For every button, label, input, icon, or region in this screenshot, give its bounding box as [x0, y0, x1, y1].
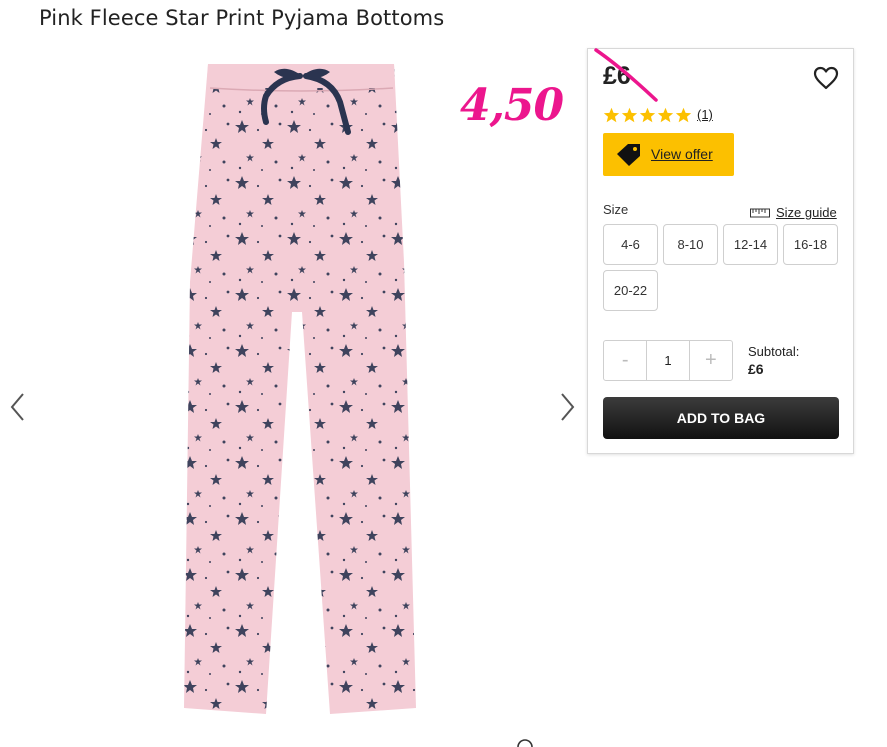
price-tag-icon	[617, 144, 640, 166]
view-offer-button[interactable]: View offer	[603, 133, 734, 176]
subtotal-label: Subtotal:	[748, 344, 800, 359]
size-option-8-10[interactable]: 8-10	[663, 224, 718, 265]
view-offer-label: View offer	[651, 146, 713, 162]
star-icon	[621, 107, 638, 123]
size-option-4-6[interactable]: 4-6	[603, 224, 658, 265]
size-option-20-22[interactable]: 20-22	[603, 270, 658, 311]
ruler-icon	[750, 208, 770, 217]
subtotal-value: £6	[748, 361, 764, 377]
star-icon	[657, 107, 674, 123]
rating-stars	[603, 107, 692, 123]
star-icon	[675, 107, 692, 123]
product-price: £6	[603, 62, 631, 90]
handwritten-price-annotation: 4,50	[460, 80, 564, 131]
star-icon	[603, 107, 620, 123]
chevron-right-icon[interactable]	[556, 390, 578, 424]
quantity-decrease-button[interactable]: -	[604, 341, 646, 380]
purchase-panel: £6 (1) View offer Size Size guide 4-6 8-…	[587, 48, 854, 454]
quantity-input[interactable]: 1	[646, 341, 690, 380]
size-option-12-14[interactable]: 12-14	[723, 224, 778, 265]
zoom-icon[interactable]	[515, 737, 535, 747]
review-count-link[interactable]: (1)	[697, 107, 713, 122]
size-guide-label: Size guide	[776, 205, 837, 220]
quantity-stepper: - 1 +	[603, 340, 733, 381]
star-icon	[639, 107, 656, 123]
heart-icon[interactable]	[812, 65, 840, 91]
chevron-left-icon[interactable]	[7, 390, 29, 424]
quantity-increase-button[interactable]: +	[690, 341, 732, 380]
product-image	[184, 64, 416, 714]
product-title: Pink Fleece Star Print Pyjama Bottoms	[39, 6, 445, 30]
add-to-bag-button[interactable]: ADD TO BAG	[603, 397, 839, 439]
size-guide-link[interactable]: Size guide	[750, 205, 837, 220]
size-option-16-18[interactable]: 16-18	[783, 224, 838, 265]
size-label: Size	[603, 202, 629, 217]
